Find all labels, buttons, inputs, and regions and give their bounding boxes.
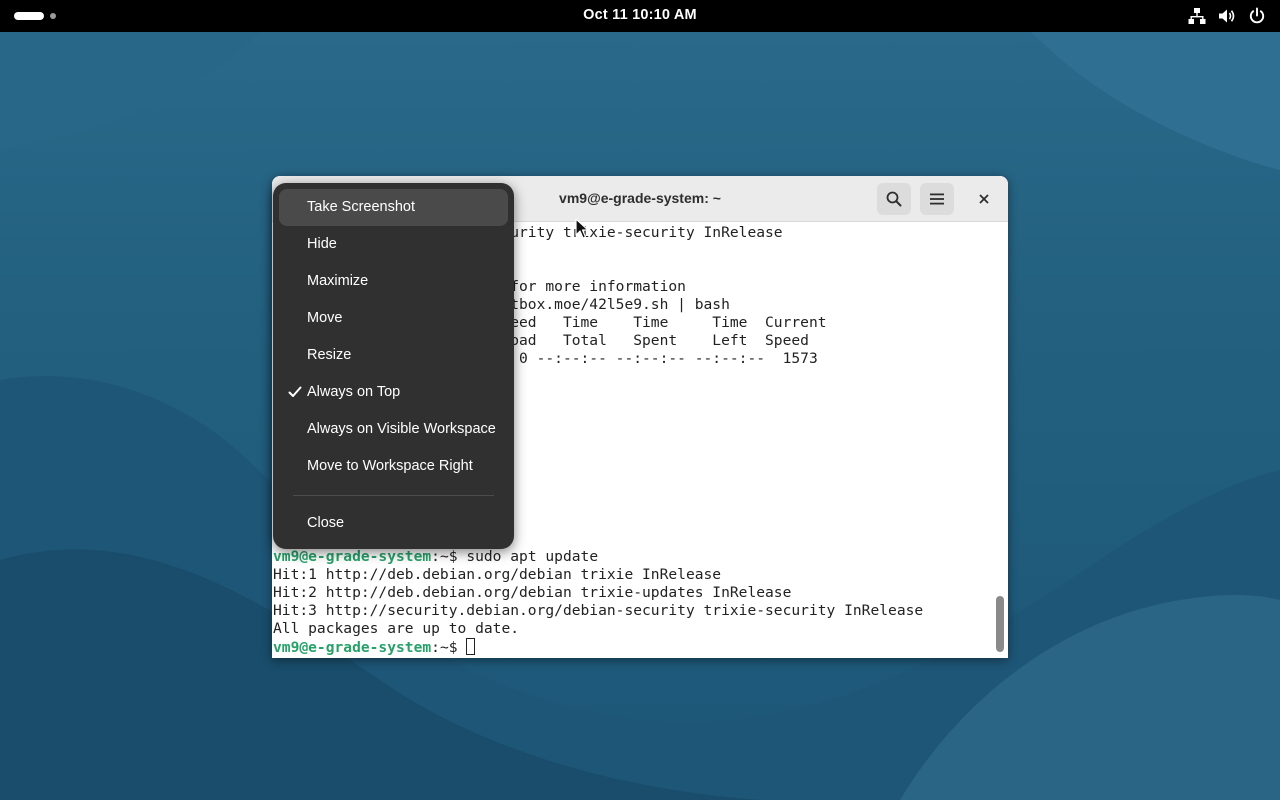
prompt-user: vm9@e-grade-system (273, 639, 432, 656)
window-close-button[interactable] (972, 187, 996, 211)
menu-item-take-screenshot[interactable]: Take Screenshot (279, 189, 508, 226)
final-prompt-line[interactable]: vm9@e-grade-system:~$ (273, 638, 476, 656)
menu-item-label: Move (307, 310, 343, 326)
menu-item-maximize[interactable]: Maximize (279, 263, 508, 300)
menu-item-label: Move to Workspace Right (307, 458, 473, 474)
prompt-user: vm9@e-grade-system (273, 548, 432, 565)
output-line: All packages are up to date. (273, 620, 520, 637)
menu-item-label: Maximize (307, 273, 369, 289)
menu-item-hide[interactable]: Hide (279, 226, 508, 263)
menu-item-close[interactable]: Close (279, 505, 508, 542)
command-text: sudo apt update (466, 548, 599, 565)
main-menu-button[interactable] (920, 183, 954, 215)
menu-item-resize[interactable]: Resize (279, 337, 508, 374)
scrollbar[interactable] (996, 596, 1004, 652)
menu-item-label: Hide (307, 236, 337, 252)
prompt-line: vm9@e-grade-system:~$ sudo apt update (273, 548, 598, 566)
menu-item-move-to-workspace-right[interactable]: Move to Workspace Right (279, 448, 508, 485)
output-line: Hit:3 http://security.debian.org/debian-… (273, 602, 924, 619)
menu-item-always-on-visible-workspace[interactable]: Always on Visible Workspace (279, 411, 508, 448)
menu-item-label: Close (307, 515, 345, 531)
mouse-pointer-icon (575, 218, 589, 239)
search-button[interactable] (877, 183, 911, 215)
menu-item-label: Always on Top (307, 384, 401, 400)
prompt-suffix: :~$ (431, 639, 467, 656)
menu-item-label: Always on Visible Workspace (307, 421, 496, 437)
menu-item-label: Resize (307, 347, 352, 363)
clock[interactable]: Oct 11 10:10 AM (0, 7, 1280, 23)
hamburger-menu-icon (930, 193, 944, 205)
prompt-suffix: :~$ (431, 548, 467, 565)
output-line: Hit:2 http://deb.debian.org/debian trixi… (273, 584, 792, 601)
menu-item-always-on-top[interactable]: Always on Top (279, 374, 508, 411)
window-context-menu[interactable]: Take Screenshot Hide Maximize Move Resize Alw… (273, 183, 514, 549)
volume-icon (1218, 7, 1236, 25)
text-cursor (466, 638, 476, 655)
network-icon (1188, 7, 1206, 25)
system-tray[interactable] (1188, 7, 1266, 25)
checkmark-icon (288, 386, 302, 397)
menu-item-label: Take Screenshot (307, 199, 416, 215)
power-icon (1248, 7, 1266, 25)
top-bar: Oct 11 10:10 AM (0, 0, 1280, 32)
menu-separator (293, 495, 494, 496)
search-icon (886, 191, 902, 207)
menu-item-move[interactable]: Move (279, 300, 508, 337)
output-line: Hit:1 http://deb.debian.org/debian trixi… (273, 566, 722, 583)
close-icon (979, 194, 989, 204)
